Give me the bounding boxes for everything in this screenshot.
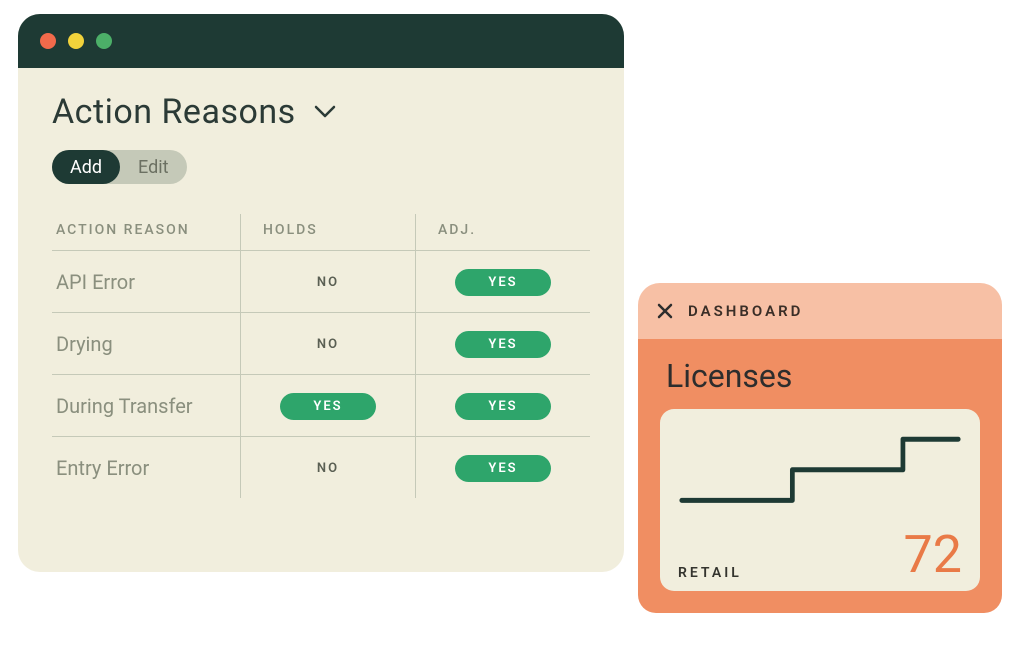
page-title: Action Reasons: [52, 92, 296, 132]
table-row[interactable]: Entry Error NO YES: [52, 437, 590, 499]
adj-cell: YES: [416, 437, 591, 499]
no-badge: NO: [280, 269, 376, 296]
no-badge: NO: [280, 455, 376, 482]
adj-cell: YES: [416, 375, 591, 437]
dashboard-header-label: DASHBOARD: [688, 302, 803, 320]
adj-cell: YES: [416, 251, 591, 313]
holds-cell: NO: [241, 437, 416, 499]
col-header-adj: ADJ.: [416, 214, 591, 251]
licenses-chart-card: RETAIL 72: [660, 409, 980, 591]
adj-cell: YES: [416, 313, 591, 375]
close-icon[interactable]: [40, 33, 56, 49]
holds-cell: NO: [241, 313, 416, 375]
tab-edit[interactable]: Edit: [120, 150, 186, 184]
reasons-table: ACTION REASON HOLDS ADJ. API ErrorNOYESD…: [52, 214, 590, 498]
mode-toggle[interactable]: Add Edit: [52, 150, 187, 184]
step-line-chart: [678, 425, 962, 535]
col-header-reason: ACTION REASON: [52, 214, 241, 251]
main-window: Action Reasons Add Edit ACTION REASON HO…: [18, 14, 624, 572]
yes-badge: YES: [455, 331, 551, 358]
yes-badge: YES: [455, 269, 551, 296]
chart-metric-label: RETAIL: [678, 565, 742, 581]
close-icon[interactable]: [656, 302, 674, 320]
chevron-down-icon[interactable]: [314, 105, 336, 119]
yes-badge: YES: [455, 455, 551, 482]
yes-badge: YES: [455, 393, 551, 420]
dashboard-card: DASHBOARD Licenses RETAIL 72: [638, 283, 1002, 613]
yes-badge: YES: [280, 393, 376, 420]
holds-cell: NO: [241, 251, 416, 313]
reason-cell: API Error: [52, 251, 241, 313]
minimize-icon[interactable]: [68, 33, 84, 49]
maximize-icon[interactable]: [96, 33, 112, 49]
page-title-row: Action Reasons: [18, 68, 624, 140]
table-row[interactable]: During Transfer YES YES: [52, 375, 590, 437]
dashboard-body: Licenses RETAIL 72: [638, 339, 1002, 613]
table-row[interactable]: API Error NO YES: [52, 251, 590, 313]
no-badge: NO: [280, 331, 376, 358]
tab-add[interactable]: Add: [52, 150, 120, 184]
titlebar: [18, 14, 624, 68]
dashboard-header: DASHBOARD: [638, 283, 1002, 339]
table-row[interactable]: Drying NO YES: [52, 313, 590, 375]
holds-cell: YES: [241, 375, 416, 437]
reason-cell: Entry Error: [52, 437, 241, 499]
chart-metric-value: 72: [904, 529, 962, 581]
reason-cell: During Transfer: [52, 375, 241, 437]
licenses-title: Licenses: [666, 357, 980, 395]
col-header-holds: HOLDS: [241, 214, 416, 251]
reason-cell: Drying: [52, 313, 241, 375]
